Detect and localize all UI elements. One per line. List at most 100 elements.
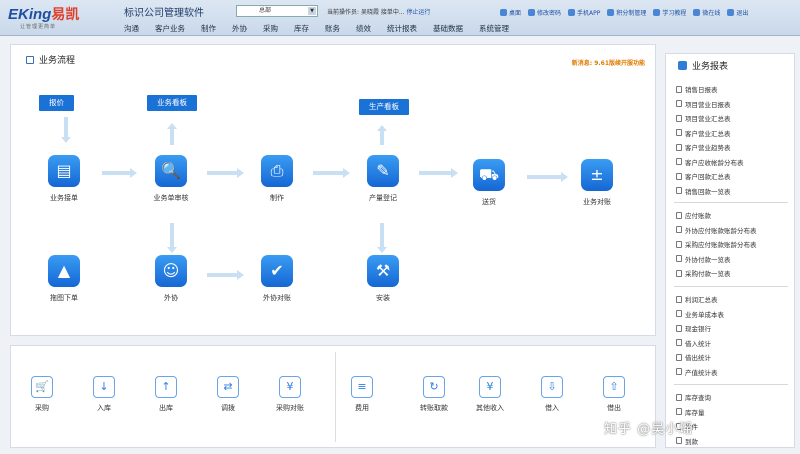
report-link[interactable]: 项目营业日报表 xyxy=(676,97,791,112)
business-board-tag[interactable]: 业务看板 xyxy=(147,95,197,111)
tool-item[interactable]: ¥ 采购对账 xyxy=(265,376,315,413)
notice-text[interactable]: 新消息: 9.61版续开服功能 xyxy=(572,58,645,67)
flow-node-outsource[interactable]: ☺ 外协 xyxy=(131,255,211,303)
flow-node-label: 拖图下单 xyxy=(50,294,78,302)
edit-icon[interactable]: ✎ xyxy=(367,155,399,187)
report-section: 销售日报表 项目营业日报表 项目营业汇总表 客户营业汇总表 客户营业趋势表 客户应收帐龄分… xyxy=(676,82,791,198)
menu-item[interactable]: 系统管理 xyxy=(471,21,517,36)
stop-runtime-link[interactable]: 停止运行 xyxy=(407,9,431,16)
menu-item[interactable]: 统计报表 xyxy=(379,21,425,36)
quote-tag[interactable]: 报价 xyxy=(39,95,74,111)
tool-item[interactable]: ↓ 入库 xyxy=(79,376,129,413)
watermark: 知乎 @吴小瑶 xyxy=(604,422,694,437)
tool-item[interactable]: ⇧ 借出 xyxy=(589,376,639,413)
income-icon[interactable]: ¥ xyxy=(479,376,501,398)
printer-icon[interactable]: ⎙ xyxy=(261,155,293,187)
flow-node-draw[interactable]: ▲ 拖图下单 xyxy=(24,255,104,303)
report-link[interactable]: 采购应付账款账龄分布表 xyxy=(676,237,791,252)
image-icon[interactable]: ▲ xyxy=(48,255,80,287)
tool-item[interactable]: ⇄ 调拨 xyxy=(203,376,253,413)
flow-node-install[interactable]: ⚒ 安装 xyxy=(343,255,423,303)
menu-item[interactable]: 外协 xyxy=(224,21,255,36)
report-icon xyxy=(676,114,682,122)
report-icon xyxy=(676,172,682,180)
expense-icon[interactable]: ≡ xyxy=(351,376,373,398)
borrow-out-icon[interactable]: ⇧ xyxy=(603,376,625,398)
flow-node-order[interactable]: ▤ 业务接单 xyxy=(24,155,104,203)
report-link[interactable]: 产值统计表 xyxy=(676,365,791,380)
chevron-down-icon[interactable]: ▼ xyxy=(308,7,316,15)
flow-node-review[interactable]: 🔍 业务单审核 xyxy=(131,155,211,203)
cart-icon[interactable]: 🛒 xyxy=(31,376,53,398)
person-check-icon[interactable]: ✔ xyxy=(261,255,293,287)
report-icon xyxy=(676,339,682,347)
report-link[interactable]: 业务单成本表 xyxy=(676,307,791,322)
flow-node-outsource_reconcile[interactable]: ✔ 外协对账 xyxy=(237,255,317,303)
flow-node-produce[interactable]: ⎙ 制作 xyxy=(237,155,317,203)
truck-icon[interactable]: ⛟ xyxy=(473,159,505,191)
top-link-1[interactable]: 修改密码 xyxy=(528,8,561,17)
tool-item[interactable]: ≡ 费用 xyxy=(337,376,387,413)
arrow-head xyxy=(130,168,137,178)
transfer-icon[interactable]: ⇄ xyxy=(217,376,239,398)
calculator-icon[interactable]: ± xyxy=(581,159,613,191)
report-link[interactable]: 库存量 xyxy=(676,405,791,420)
menu-item[interactable]: 基础数据 xyxy=(425,21,471,36)
borrow-in-icon[interactable]: ⇩ xyxy=(541,376,563,398)
flow-node-label: 业务对账 xyxy=(583,198,611,206)
purchase-reconcile-icon[interactable]: ¥ xyxy=(279,376,301,398)
report-link[interactable]: 利润汇总表 xyxy=(676,292,791,307)
drill-icon[interactable]: ⚒ xyxy=(367,255,399,287)
top-link-6[interactable]: 退出 xyxy=(727,8,748,17)
review-search-icon[interactable]: 🔍 xyxy=(155,155,187,187)
tool-item[interactable]: ⇩ 借入 xyxy=(527,376,577,413)
flow-node-reconcile[interactable]: ± 业务对账 xyxy=(557,159,637,207)
tool-item[interactable]: ↻ 转账取款 xyxy=(409,376,459,413)
production-board-tag[interactable]: 生产看板 xyxy=(359,99,409,115)
flow-node-output[interactable]: ✎ 产量登记 xyxy=(343,155,423,203)
tool-item[interactable]: ¥ 其他收入 xyxy=(465,376,515,413)
top-link-label: 学习教程 xyxy=(662,10,687,17)
top-link-3[interactable]: 积分制管理 xyxy=(607,8,646,17)
top-link-2[interactable]: 手机APP xyxy=(568,8,600,17)
outbound-icon[interactable]: ↑ xyxy=(155,376,177,398)
report-link[interactable]: 项目营业汇总表 xyxy=(676,111,791,126)
report-link[interactable]: 现金银行 xyxy=(676,321,791,336)
transfer-cash-icon[interactable]: ↻ xyxy=(423,376,445,398)
report-link[interactable]: 到款 xyxy=(676,434,791,449)
department-select[interactable]: 总部 ▼ xyxy=(236,5,318,17)
inbound-icon[interactable]: ↓ xyxy=(93,376,115,398)
top-link-0[interactable]: 桌面 xyxy=(500,8,521,17)
report-link[interactable]: 应付账款 xyxy=(676,208,791,223)
menu-item[interactable]: 客户业务 xyxy=(147,21,193,36)
tool-item[interactable]: 🛒 采购 xyxy=(17,376,67,413)
menu-item[interactable]: 账务 xyxy=(317,21,348,36)
flow-node-deliver[interactable]: ⛟ 送货 xyxy=(449,159,529,207)
report-link[interactable]: 销售日报表 xyxy=(676,82,791,97)
report-label: 外协付款一览表 xyxy=(685,255,731,264)
report-link[interactable]: 客户营业趋势表 xyxy=(676,140,791,155)
report-link[interactable]: 客户回款汇总表 xyxy=(676,169,791,184)
document-icon[interactable]: ▤ xyxy=(48,155,80,187)
tool-item[interactable]: ↑ 出库 xyxy=(141,376,191,413)
menu-item[interactable]: 库存 xyxy=(286,21,317,36)
report-link[interactable]: 外协应付账款账龄分布表 xyxy=(676,223,791,238)
report-link[interactable]: 发件 xyxy=(676,419,791,434)
menu-item[interactable]: 采购 xyxy=(255,21,286,36)
report-link[interactable]: 外协付款一览表 xyxy=(676,252,791,267)
report-label: 应付账款 xyxy=(685,212,711,221)
report-link[interactable]: 采购付款一览表 xyxy=(676,266,791,281)
top-link-5[interactable]: 微在线 xyxy=(693,8,720,17)
menu-item[interactable]: 制作 xyxy=(193,21,224,36)
report-link[interactable]: 销售回款一览表 xyxy=(676,184,791,199)
menu-item[interactable]: 沟通 xyxy=(116,21,147,36)
report-link[interactable]: 借入统计 xyxy=(676,336,791,351)
report-link[interactable]: 库存查询 xyxy=(676,390,791,405)
top-link-label: 退出 xyxy=(736,10,749,17)
person-icon[interactable]: ☺ xyxy=(155,255,187,287)
report-link[interactable]: 客户营业汇总表 xyxy=(676,126,791,141)
report-link[interactable]: 借出统计 xyxy=(676,350,791,365)
menu-item[interactable]: 绩效 xyxy=(348,21,379,36)
top-link-4[interactable]: 学习教程 xyxy=(653,8,686,17)
report-link[interactable]: 客户应收帐龄分布表 xyxy=(676,155,791,170)
